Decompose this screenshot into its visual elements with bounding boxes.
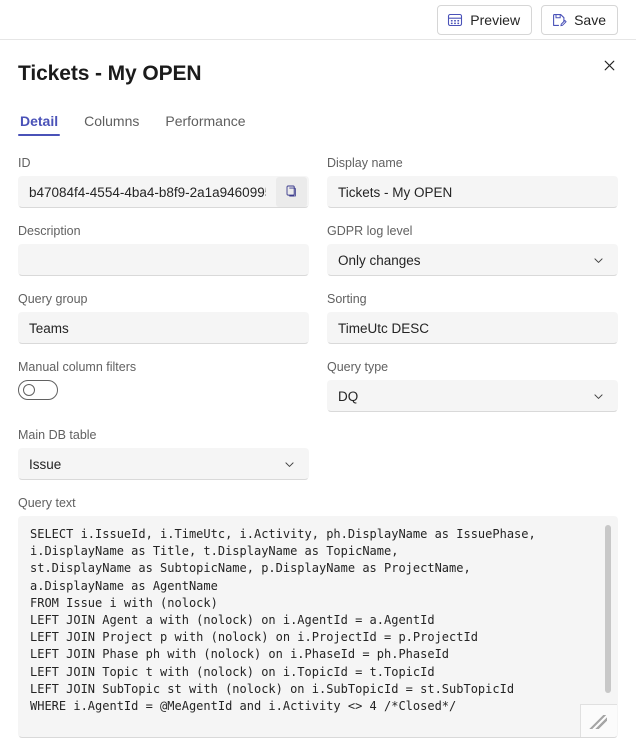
query-text-scrollbar-thumb[interactable] <box>605 525 611 693</box>
field-query-type: Query type <box>327 359 618 412</box>
field-main-db-table-label: Main DB table <box>18 428 97 442</box>
close-panel-button[interactable] <box>594 52 624 82</box>
field-gdpr-log-level: GDPR log level <box>327 223 618 276</box>
save-button[interactable]: Save <box>541 4 618 35</box>
field-id: ID <box>18 155 309 208</box>
field-manual-column-filters-label: Manual column filters <box>18 360 137 374</box>
description-input-shell <box>18 244 309 276</box>
copy-id-button[interactable] <box>276 177 307 207</box>
gdpr-log-level-dropdown[interactable] <box>327 244 618 276</box>
query-type-dropdown[interactable] <box>327 380 618 412</box>
preview-button-label: Preview <box>470 11 521 28</box>
display-name-input-shell <box>327 176 618 208</box>
description-input[interactable] <box>19 245 308 275</box>
save-icon <box>551 12 567 28</box>
display-name-input[interactable] <box>328 177 617 207</box>
command-bar: Preview Save <box>0 0 636 40</box>
query-group-input[interactable] <box>19 313 308 343</box>
field-description: Description <box>18 223 309 276</box>
sorting-input-shell <box>327 312 618 344</box>
toggle-knob <box>23 384 35 396</box>
field-main-db-table: Main DB table <box>18 427 309 480</box>
field-gdpr-log-level-label: GDPR log level <box>327 224 413 238</box>
field-query-group-label: Query group <box>18 292 88 306</box>
tab-performance[interactable]: Performance <box>163 108 247 138</box>
query-text-scrollbar[interactable] <box>603 521 613 733</box>
field-display-name-label: Display name <box>327 156 403 170</box>
manual-column-filters-toggle[interactable] <box>18 380 58 400</box>
field-query-text: Query text <box>18 495 618 738</box>
field-query-text-label: Query text <box>18 496 76 510</box>
table-preview-icon <box>447 12 463 28</box>
field-sorting-label: Sorting <box>327 292 367 306</box>
query-text-textarea[interactable] <box>19 517 617 737</box>
main-db-table-dropdown[interactable] <box>18 448 309 480</box>
detail-form: ID Display name Description <box>0 138 636 753</box>
query-type-value[interactable] <box>328 381 585 411</box>
sorting-input[interactable] <box>328 313 617 343</box>
id-input-shell <box>18 176 309 208</box>
field-description-label: Description <box>18 224 81 238</box>
field-id-label: ID <box>18 156 31 170</box>
form-spacer <box>327 427 618 495</box>
chevron-down-icon[interactable] <box>585 390 617 403</box>
tab-columns[interactable]: Columns <box>82 108 141 138</box>
gdpr-log-level-value[interactable] <box>328 245 585 275</box>
field-display-name: Display name <box>327 155 618 208</box>
query-text-resize-handle[interactable] <box>580 704 617 737</box>
field-query-group: Query group <box>18 291 309 344</box>
chevron-down-icon[interactable] <box>585 254 617 267</box>
field-sorting: Sorting <box>327 291 618 344</box>
query-group-input-shell <box>18 312 309 344</box>
page-title: Tickets - My OPEN <box>18 62 202 85</box>
preview-button[interactable]: Preview <box>437 4 533 35</box>
chevron-down-icon[interactable] <box>276 458 308 471</box>
field-manual-column-filters: Manual column filters <box>18 359 309 412</box>
tab-detail[interactable]: Detail <box>18 108 61 138</box>
copy-icon <box>285 184 299 201</box>
query-text-wrapper <box>18 516 618 738</box>
id-input[interactable] <box>19 177 276 207</box>
tab-bar: Detail Columns Performance <box>0 108 636 138</box>
field-query-type-label: Query type <box>327 360 389 374</box>
panel-header: Tickets - My OPEN <box>0 40 636 88</box>
close-icon <box>602 58 617 76</box>
main-db-table-value[interactable] <box>19 449 276 479</box>
save-button-label: Save <box>574 11 606 28</box>
